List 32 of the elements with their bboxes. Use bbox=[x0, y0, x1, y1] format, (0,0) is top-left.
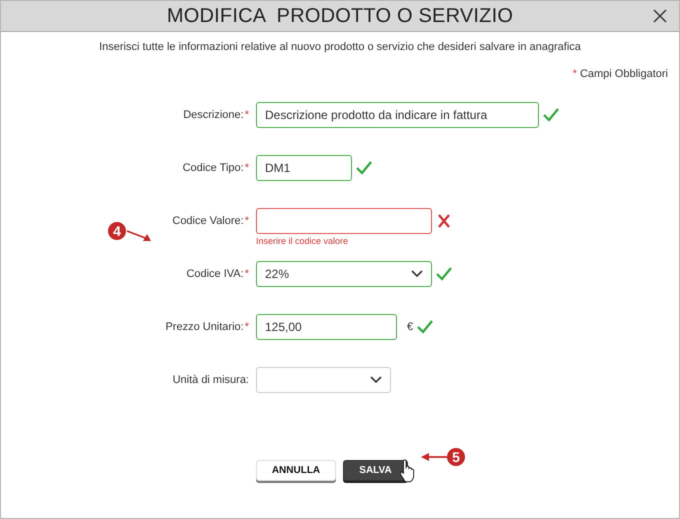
required-mark: * bbox=[244, 162, 249, 174]
hand-cursor-icon bbox=[399, 459, 415, 483]
required-note: Campi Obbligatori bbox=[580, 68, 668, 80]
intro-text: Inserisci tutte le informazioni relative al nuovo prodotto o servizio che desideri salvare in anagrafica bbox=[98, 41, 582, 53]
cancel-button[interactable]: ANNULLA bbox=[256, 460, 336, 481]
select-field[interactable]: 22% bbox=[256, 260, 432, 286]
input-field[interactable]: 125,00 bbox=[256, 314, 397, 340]
step-badge: 4 bbox=[108, 222, 126, 240]
select-field[interactable] bbox=[256, 366, 391, 392]
required-mark: * bbox=[244, 214, 249, 226]
arrow-icon bbox=[126, 229, 152, 243]
chevron-icon bbox=[411, 270, 423, 278]
currency-symbol: € bbox=[407, 320, 414, 332]
field-label: Descrizione: bbox=[183, 108, 244, 120]
input-field[interactable]: Descrizione prodotto da indicare in fattura bbox=[256, 102, 539, 128]
required-mark: * bbox=[244, 108, 249, 120]
close-icon[interactable] bbox=[653, 9, 667, 23]
field-label: Codice IVA: bbox=[186, 268, 244, 280]
field-label: Codice Valore: bbox=[172, 214, 244, 226]
input-field[interactable] bbox=[256, 208, 432, 234]
arrow-icon bbox=[421, 452, 447, 462]
window-title: MODIFICA PRODOTTO O SERVIZIO bbox=[166, 4, 514, 28]
required-mark: * bbox=[244, 320, 249, 332]
required-mark: * bbox=[572, 68, 577, 80]
error-message: Inserire il codice valore bbox=[256, 236, 348, 246]
field-label: Codice Tipo: bbox=[182, 162, 244, 174]
step-badge: 5 bbox=[447, 448, 465, 466]
chevron-icon bbox=[370, 376, 382, 384]
input-field[interactable]: DM1 bbox=[256, 154, 352, 180]
field-label: Unità di misura: bbox=[172, 374, 249, 386]
required-mark: * bbox=[244, 268, 249, 280]
field-label: Prezzo Unitario: bbox=[165, 320, 244, 332]
